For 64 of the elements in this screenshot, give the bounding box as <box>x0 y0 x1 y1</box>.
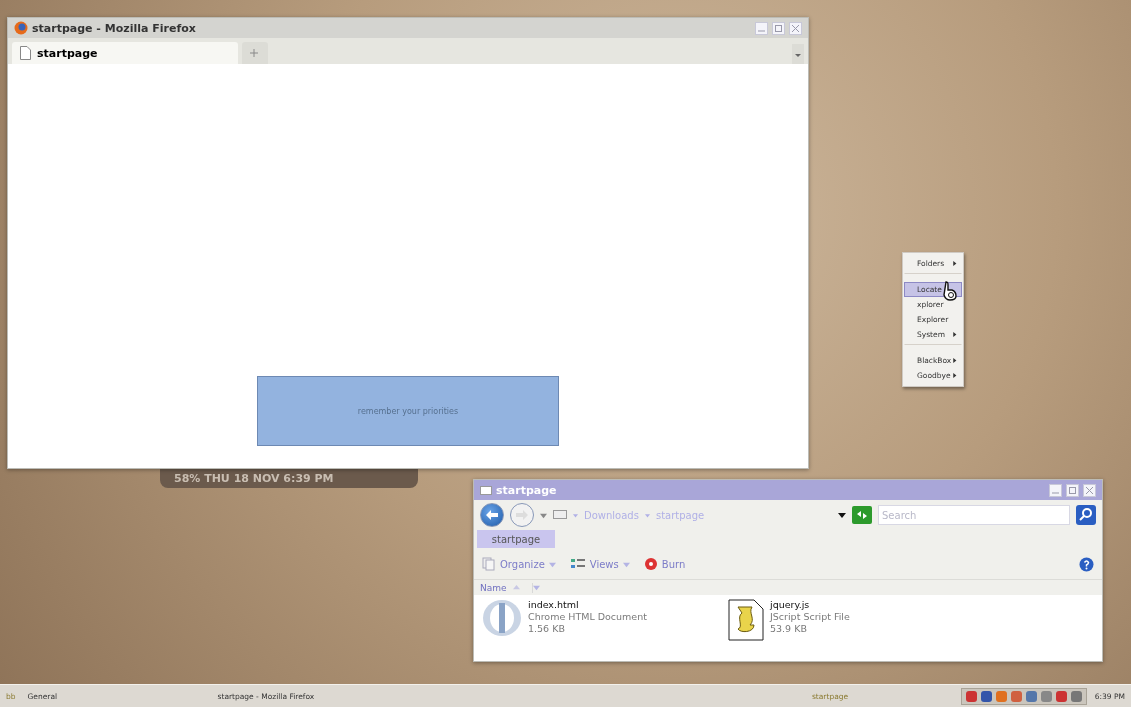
close-button[interactable] <box>1083 483 1096 497</box>
breadcrumb-caret-icon <box>573 512 578 518</box>
forward-button[interactable] <box>510 503 534 527</box>
tray-icon[interactable] <box>1024 689 1038 703</box>
close-icon <box>1086 486 1093 494</box>
window-title: startpage <box>496 483 558 497</box>
sort-arrow-icon <box>512 584 520 591</box>
hand-cursor-icon <box>942 281 958 301</box>
window-icon <box>480 485 492 495</box>
column-header[interactable]: Name <box>474 582 533 593</box>
file-size: 53.9 KB <box>770 623 808 635</box>
browser-tab[interactable]: startpage <box>12 42 238 64</box>
submenu-arrow-icon <box>952 373 957 378</box>
folder-tab[interactable]: startpage <box>477 530 555 548</box>
documents-icon <box>482 557 496 571</box>
maximize-icon <box>1069 486 1076 494</box>
forward-arrow-icon <box>515 509 529 521</box>
close-button[interactable] <box>789 21 802 35</box>
clock-widget: 58% THU 18 NOV 6:39 PM <box>160 468 418 488</box>
search-icon[interactable] <box>1076 505 1096 525</box>
tray-icon[interactable] <box>964 689 978 703</box>
breadcrumb-caret-icon <box>644 512 650 518</box>
close-icon <box>792 24 799 32</box>
search-field[interactable]: Search <box>878 505 1070 525</box>
file-size: 1.56 KB <box>528 623 566 635</box>
tray-icon[interactable] <box>994 689 1008 703</box>
caret-icon <box>548 560 556 568</box>
plus-icon <box>250 49 258 57</box>
note-text: remember your priorities <box>257 376 559 446</box>
tray-icon[interactable] <box>1054 689 1068 703</box>
file-type: Chrome HTML Document <box>528 611 647 623</box>
maximize-button[interactable] <box>772 21 785 35</box>
submenu-arrow-icon <box>952 358 957 363</box>
tray-icon[interactable] <box>1009 689 1023 703</box>
window-title: startpage - Mozilla Firefox <box>32 21 197 35</box>
maximize-icon <box>775 24 782 32</box>
minimize-button[interactable] <box>755 21 768 35</box>
refresh-icon[interactable] <box>852 506 872 524</box>
file-type: JScript Script File <box>770 611 850 623</box>
caret-icon <box>622 560 630 568</box>
file-name[interactable]: jquery.js <box>770 599 850 611</box>
dropdown-caret-icon <box>838 511 846 519</box>
logo-icon <box>482 599 522 637</box>
tray-icon[interactable] <box>979 689 993 703</box>
maximize-button[interactable] <box>1066 483 1079 497</box>
tray-icon[interactable] <box>1039 689 1053 703</box>
back-button[interactable] <box>480 503 504 527</box>
new-tab-button[interactable] <box>242 42 268 64</box>
submenu-arrow-icon <box>952 261 957 266</box>
tab-list-icon[interactable] <box>792 44 804 64</box>
caret-icon <box>533 584 540 591</box>
computer-icon <box>553 510 567 520</box>
minimize-button[interactable] <box>1049 483 1062 497</box>
tray-icon[interactable] <box>1069 689 1083 703</box>
script-file-icon <box>728 599 764 641</box>
views-icon <box>569 557 586 571</box>
file-name[interactable]: index.html <box>528 599 647 611</box>
disc-icon <box>643 557 658 571</box>
submenu-arrow-icon <box>952 332 957 337</box>
help-icon[interactable] <box>1079 556 1094 572</box>
browser-logo-icon <box>14 21 28 35</box>
back-arrow-icon <box>485 509 499 521</box>
page-icon <box>20 46 31 60</box>
history-caret-icon <box>540 511 547 519</box>
